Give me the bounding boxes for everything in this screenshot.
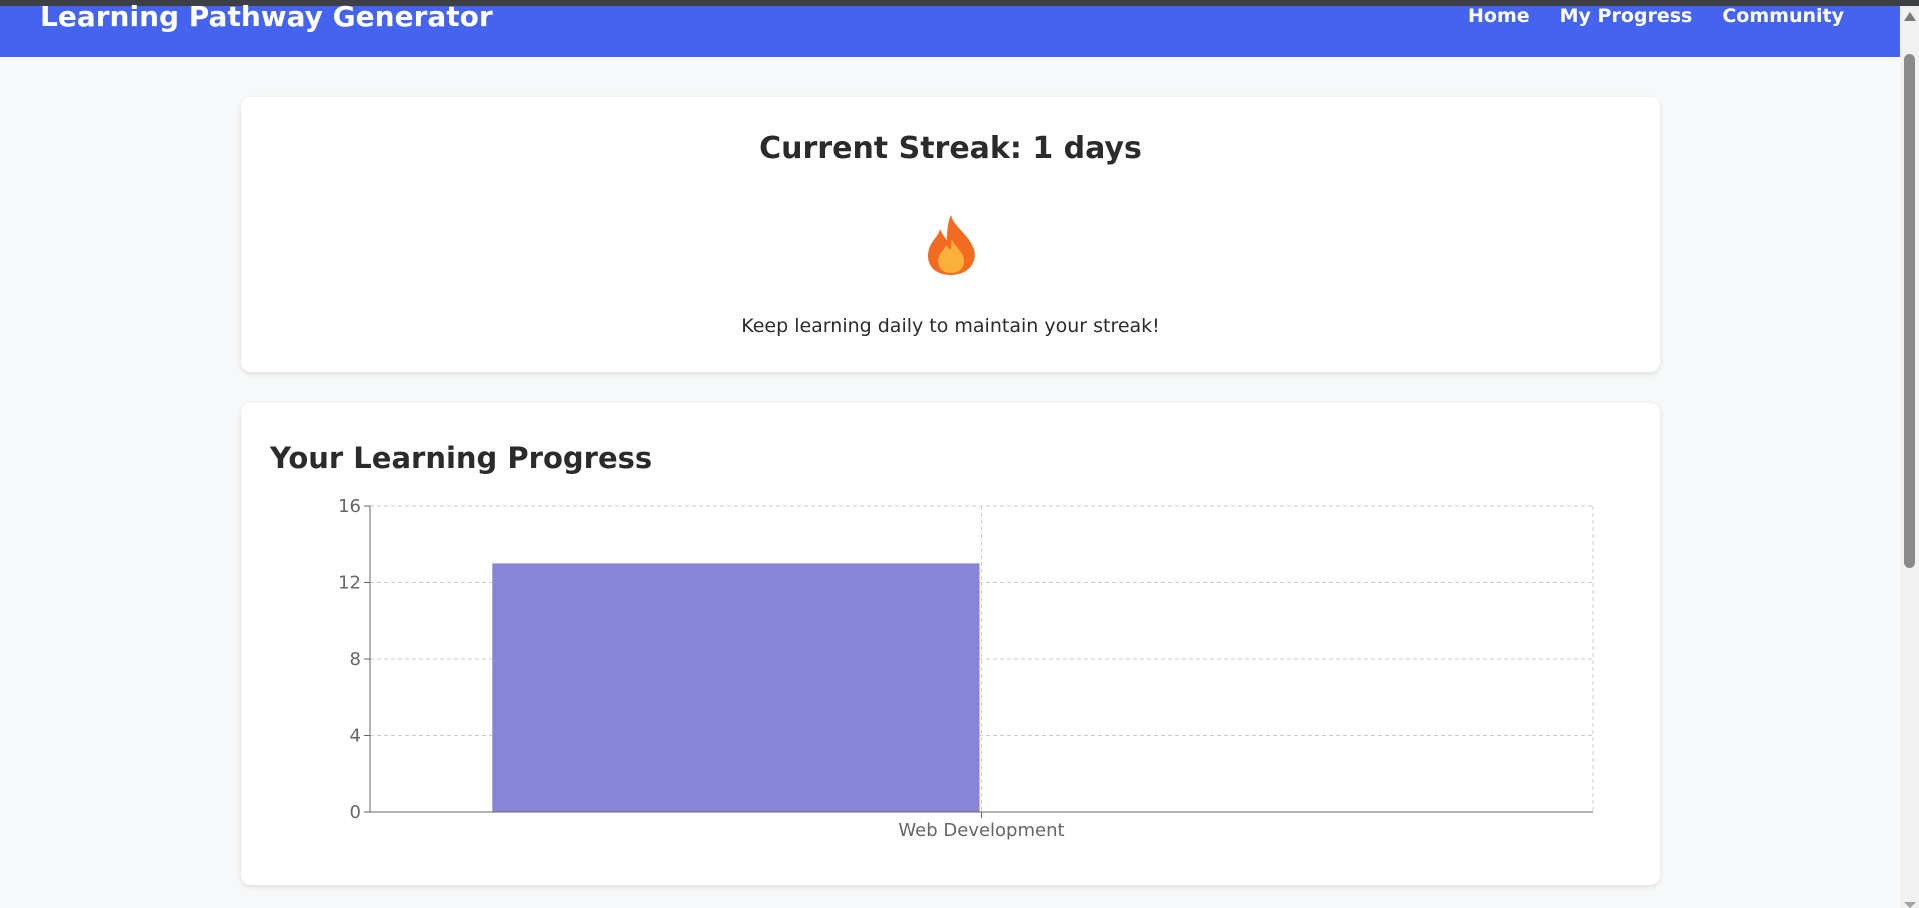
nav-home-link[interactable]: Home xyxy=(1468,2,1530,30)
vertical-scrollbar[interactable] xyxy=(1900,6,1919,908)
app-header: Learning Pathway Generator Home My Progr… xyxy=(0,0,1900,57)
app-title: Learning Pathway Generator xyxy=(40,0,493,33)
y-tick-label-4: 16 xyxy=(338,496,361,517)
y-tick-label-1: 4 xyxy=(350,726,361,747)
nav-my-progress-link[interactable]: My Progress xyxy=(1560,2,1693,30)
scroll-down-arrow-icon[interactable] xyxy=(1904,902,1916,908)
streak-card: Current Streak: 1 days Keep learning dai… xyxy=(241,97,1660,372)
scroll-up-arrow-icon[interactable] xyxy=(1904,12,1916,21)
main-nav: Home My Progress Community xyxy=(1468,2,1844,30)
progress-card: Your Learning Progress 0 4 8 12 16 Web Develo… xyxy=(241,403,1660,885)
x-tick-label-0: Web Development xyxy=(898,820,1064,841)
chart-bar-0 xyxy=(492,563,980,812)
y-tick-label-3: 12 xyxy=(338,573,361,594)
y-tick-label-2: 8 xyxy=(350,649,361,670)
scrollbar-thumb[interactable] xyxy=(1904,54,1915,568)
y-tick-label-0: 0 xyxy=(350,802,361,823)
fire-icon xyxy=(927,215,975,275)
streak-title: Current Streak: 1 days xyxy=(759,131,1142,166)
progress-bar-chart: 0 4 8 12 16 Web Development xyxy=(338,496,1594,841)
streak-message: Keep learning daily to maintain your str… xyxy=(741,315,1160,337)
nav-community-link[interactable]: Community xyxy=(1722,2,1844,30)
